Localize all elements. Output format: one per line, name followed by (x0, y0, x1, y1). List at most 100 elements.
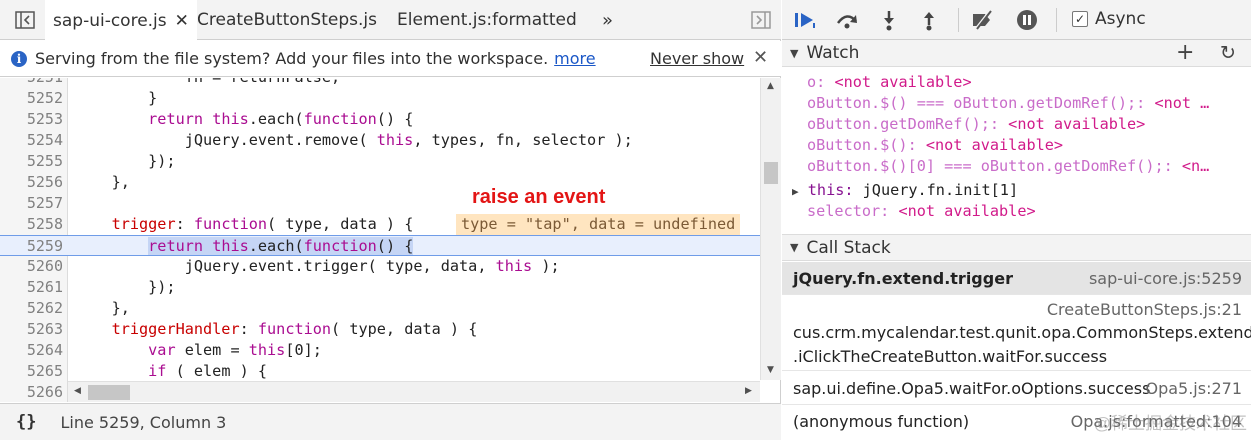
scroll-up-icon[interactable]: ▲ (767, 81, 774, 91)
code-line[interactable]: 5256 }, (0, 172, 760, 193)
async-checkbox[interactable]: ✓ (1072, 11, 1088, 27)
code-line[interactable]: 5253 return this.each(function() { (0, 109, 760, 130)
more-link[interactable]: more (554, 49, 595, 68)
code-line[interactable]: 5264 var elem = this[0]; (0, 340, 760, 361)
watch-item[interactable]: oButton.$() === oButton.getDomRef();: <n… (807, 93, 1247, 114)
scroll-thumb[interactable] (88, 385, 130, 400)
horizontal-scrollbar[interactable]: ◀ ▶ (68, 381, 760, 402)
line-number[interactable]: 5251 (0, 78, 63, 88)
tab-overflow-icon[interactable]: » (602, 0, 613, 40)
callstack-frame[interactable]: sap.ui.define.Opa5.waitFor.oOptions.succ… (782, 372, 1251, 405)
deactivate-breakpoints-icon[interactable] (970, 7, 996, 33)
toggle-navigator-icon[interactable] (14, 10, 36, 30)
line-number[interactable]: 5256 (0, 172, 63, 193)
callstack-frame[interactable]: CreateButtonSteps.js:21 cus.crm.mycalend… (782, 296, 1251, 371)
frame-location[interactable]: sap-ui-core.js:5259 (1089, 269, 1242, 288)
line-source: }); (75, 152, 176, 170)
tab-label: sap-ui-core.js (53, 10, 167, 31)
line-number[interactable]: 5262 (0, 298, 63, 319)
line-number[interactable]: 5261 (0, 277, 63, 298)
line-source: trigger: function( type, data ) { (111, 215, 414, 233)
toolbar-separator (958, 8, 959, 32)
line-source: return this.each(function() { (148, 110, 414, 128)
callstack-title: Call Stack (806, 237, 891, 258)
tab-sap-ui-core[interactable]: sap-ui-core.js ✕ (45, 0, 197, 41)
scroll-left-icon[interactable]: ◀ (74, 386, 81, 396)
line-number[interactable]: 5266 (0, 382, 63, 402)
collapse-triangle-icon: ▼ (790, 241, 799, 254)
tab-element-formatted[interactable]: Element.js:formatted (397, 0, 577, 40)
step-out-icon[interactable] (916, 7, 942, 33)
resume-icon[interactable] (792, 7, 818, 33)
line-number[interactable]: 5264 (0, 340, 63, 361)
watch-value: <not available> (925, 136, 1064, 154)
info-icon: i (11, 50, 27, 67)
frame-location[interactable]: CreateButtonSteps.js:21 (1047, 300, 1242, 319)
frame-name: cus.crm.mycalendar.test.qunit.opa.Common… (793, 323, 1251, 342)
watch-expression: oButton.$()[0] === oButton.getDomRef();: (807, 157, 1182, 175)
code-line[interactable]: 5254 jQuery.event.remove( this, types, f… (0, 130, 760, 151)
line-source: }); (75, 278, 176, 296)
watch-header[interactable]: ▼ Watch + ↻ (782, 40, 1251, 67)
async-label: Async (1095, 9, 1146, 29)
vertical-scrollbar[interactable]: ▲ ▼ (760, 78, 781, 380)
refresh-icon[interactable]: ↻ (1220, 42, 1236, 64)
line-source: fn = returnFalse; (75, 78, 340, 88)
async-toggle[interactable]: ✓ Async (1072, 9, 1146, 29)
scroll-down-icon[interactable]: ▼ (767, 365, 774, 375)
code-line[interactable]: 5257 (0, 193, 760, 214)
line-number[interactable]: 5263 (0, 319, 63, 340)
scroll-right-icon[interactable]: ▶ (745, 386, 752, 396)
annotation-text: raise an event (472, 186, 606, 208)
close-icon[interactable]: ✕ (753, 47, 768, 68)
line-number[interactable]: 5265 (0, 361, 63, 382)
tab-createbuttonsteps[interactable]: CreateButtonSteps.js (197, 0, 377, 40)
expand-triangle-icon[interactable]: ▶ (792, 185, 799, 198)
line-number[interactable]: 5253 (0, 109, 63, 130)
status-bar: {} Line 5259, Column 3 (0, 403, 781, 440)
watch-key: selector: (807, 202, 890, 220)
toggle-debugger-icon[interactable] (750, 10, 772, 30)
scroll-thumb[interactable] (764, 162, 778, 184)
watch-item[interactable]: oButton.getDomRef();: <not available> (807, 114, 1247, 135)
editor-tabbar: sap-ui-core.js ✕ CreateButtonSteps.js El… (0, 0, 781, 41)
callstack-frame[interactable]: jQuery.fn.extend.trigger sap-ui-core.js:… (782, 262, 1251, 295)
code-line[interactable]: 5260 jQuery.event.trigger( type, data, t… (0, 256, 760, 277)
pause-on-exceptions-icon[interactable] (1014, 7, 1040, 33)
line-number[interactable]: 5254 (0, 130, 63, 151)
code-editor[interactable]: 5251 fn = returnFalse;5252 }5253 return … (0, 78, 781, 402)
tab-label: Element.js:formatted (397, 10, 577, 30)
step-over-icon[interactable] (834, 7, 860, 33)
code-line[interactable]: 5255 }); (0, 151, 760, 172)
watch-item[interactable]: o: <not available> (807, 72, 1247, 93)
line-number[interactable]: 5260 (0, 256, 63, 277)
step-into-icon[interactable] (876, 7, 902, 33)
never-show-link[interactable]: Never show (650, 49, 744, 68)
watch-item[interactable]: oButton.$()[0] === oButton.getDomRef();:… (807, 156, 1247, 177)
editor-pane: sap-ui-core.js ✕ CreateButtonSteps.js El… (0, 0, 781, 440)
line-number[interactable]: 5257 (0, 193, 63, 214)
code-line[interactable]: 5251 fn = returnFalse; (0, 78, 760, 88)
code-line[interactable]: 5262 }, (0, 298, 760, 319)
code-line[interactable]: 5263 triggerHandler: function( type, dat… (0, 319, 760, 340)
watch-this-item[interactable]: ▶ this: jQuery.fn.init[1] (792, 180, 1232, 201)
close-tab-icon[interactable]: ✕ (175, 11, 189, 31)
code-line[interactable]: 5261 }); (0, 277, 760, 298)
line-source: triggerHandler: function( type, data ) { (111, 320, 478, 338)
code-line[interactable]: 5265 if ( elem ) { (0, 361, 760, 382)
callstack-header[interactable]: ▼ Call Stack (782, 234, 1251, 261)
watch-item[interactable]: oButton.$(): <not available> (807, 135, 1247, 156)
watch-selector-item[interactable]: selector: <not available> (807, 201, 1247, 222)
pretty-print-icon[interactable]: {} (16, 412, 36, 432)
line-number[interactable]: 5259 (0, 236, 63, 257)
line-number[interactable]: 5252 (0, 88, 63, 109)
code-line[interactable]: 5252 } (0, 88, 760, 109)
collapse-triangle-icon: ▼ (790, 46, 799, 60)
watch-expression: oButton.getDomRef();: (807, 115, 1009, 133)
current-execution-line[interactable]: 5259 return this.each(function() { (0, 235, 760, 256)
add-watch-icon[interactable]: + (1176, 40, 1194, 65)
line-number[interactable]: 5258 (0, 214, 63, 235)
watch-title: Watch (806, 43, 860, 63)
frame-location[interactable]: Opa5.js:271 (1145, 379, 1242, 398)
line-number[interactable]: 5255 (0, 151, 63, 172)
